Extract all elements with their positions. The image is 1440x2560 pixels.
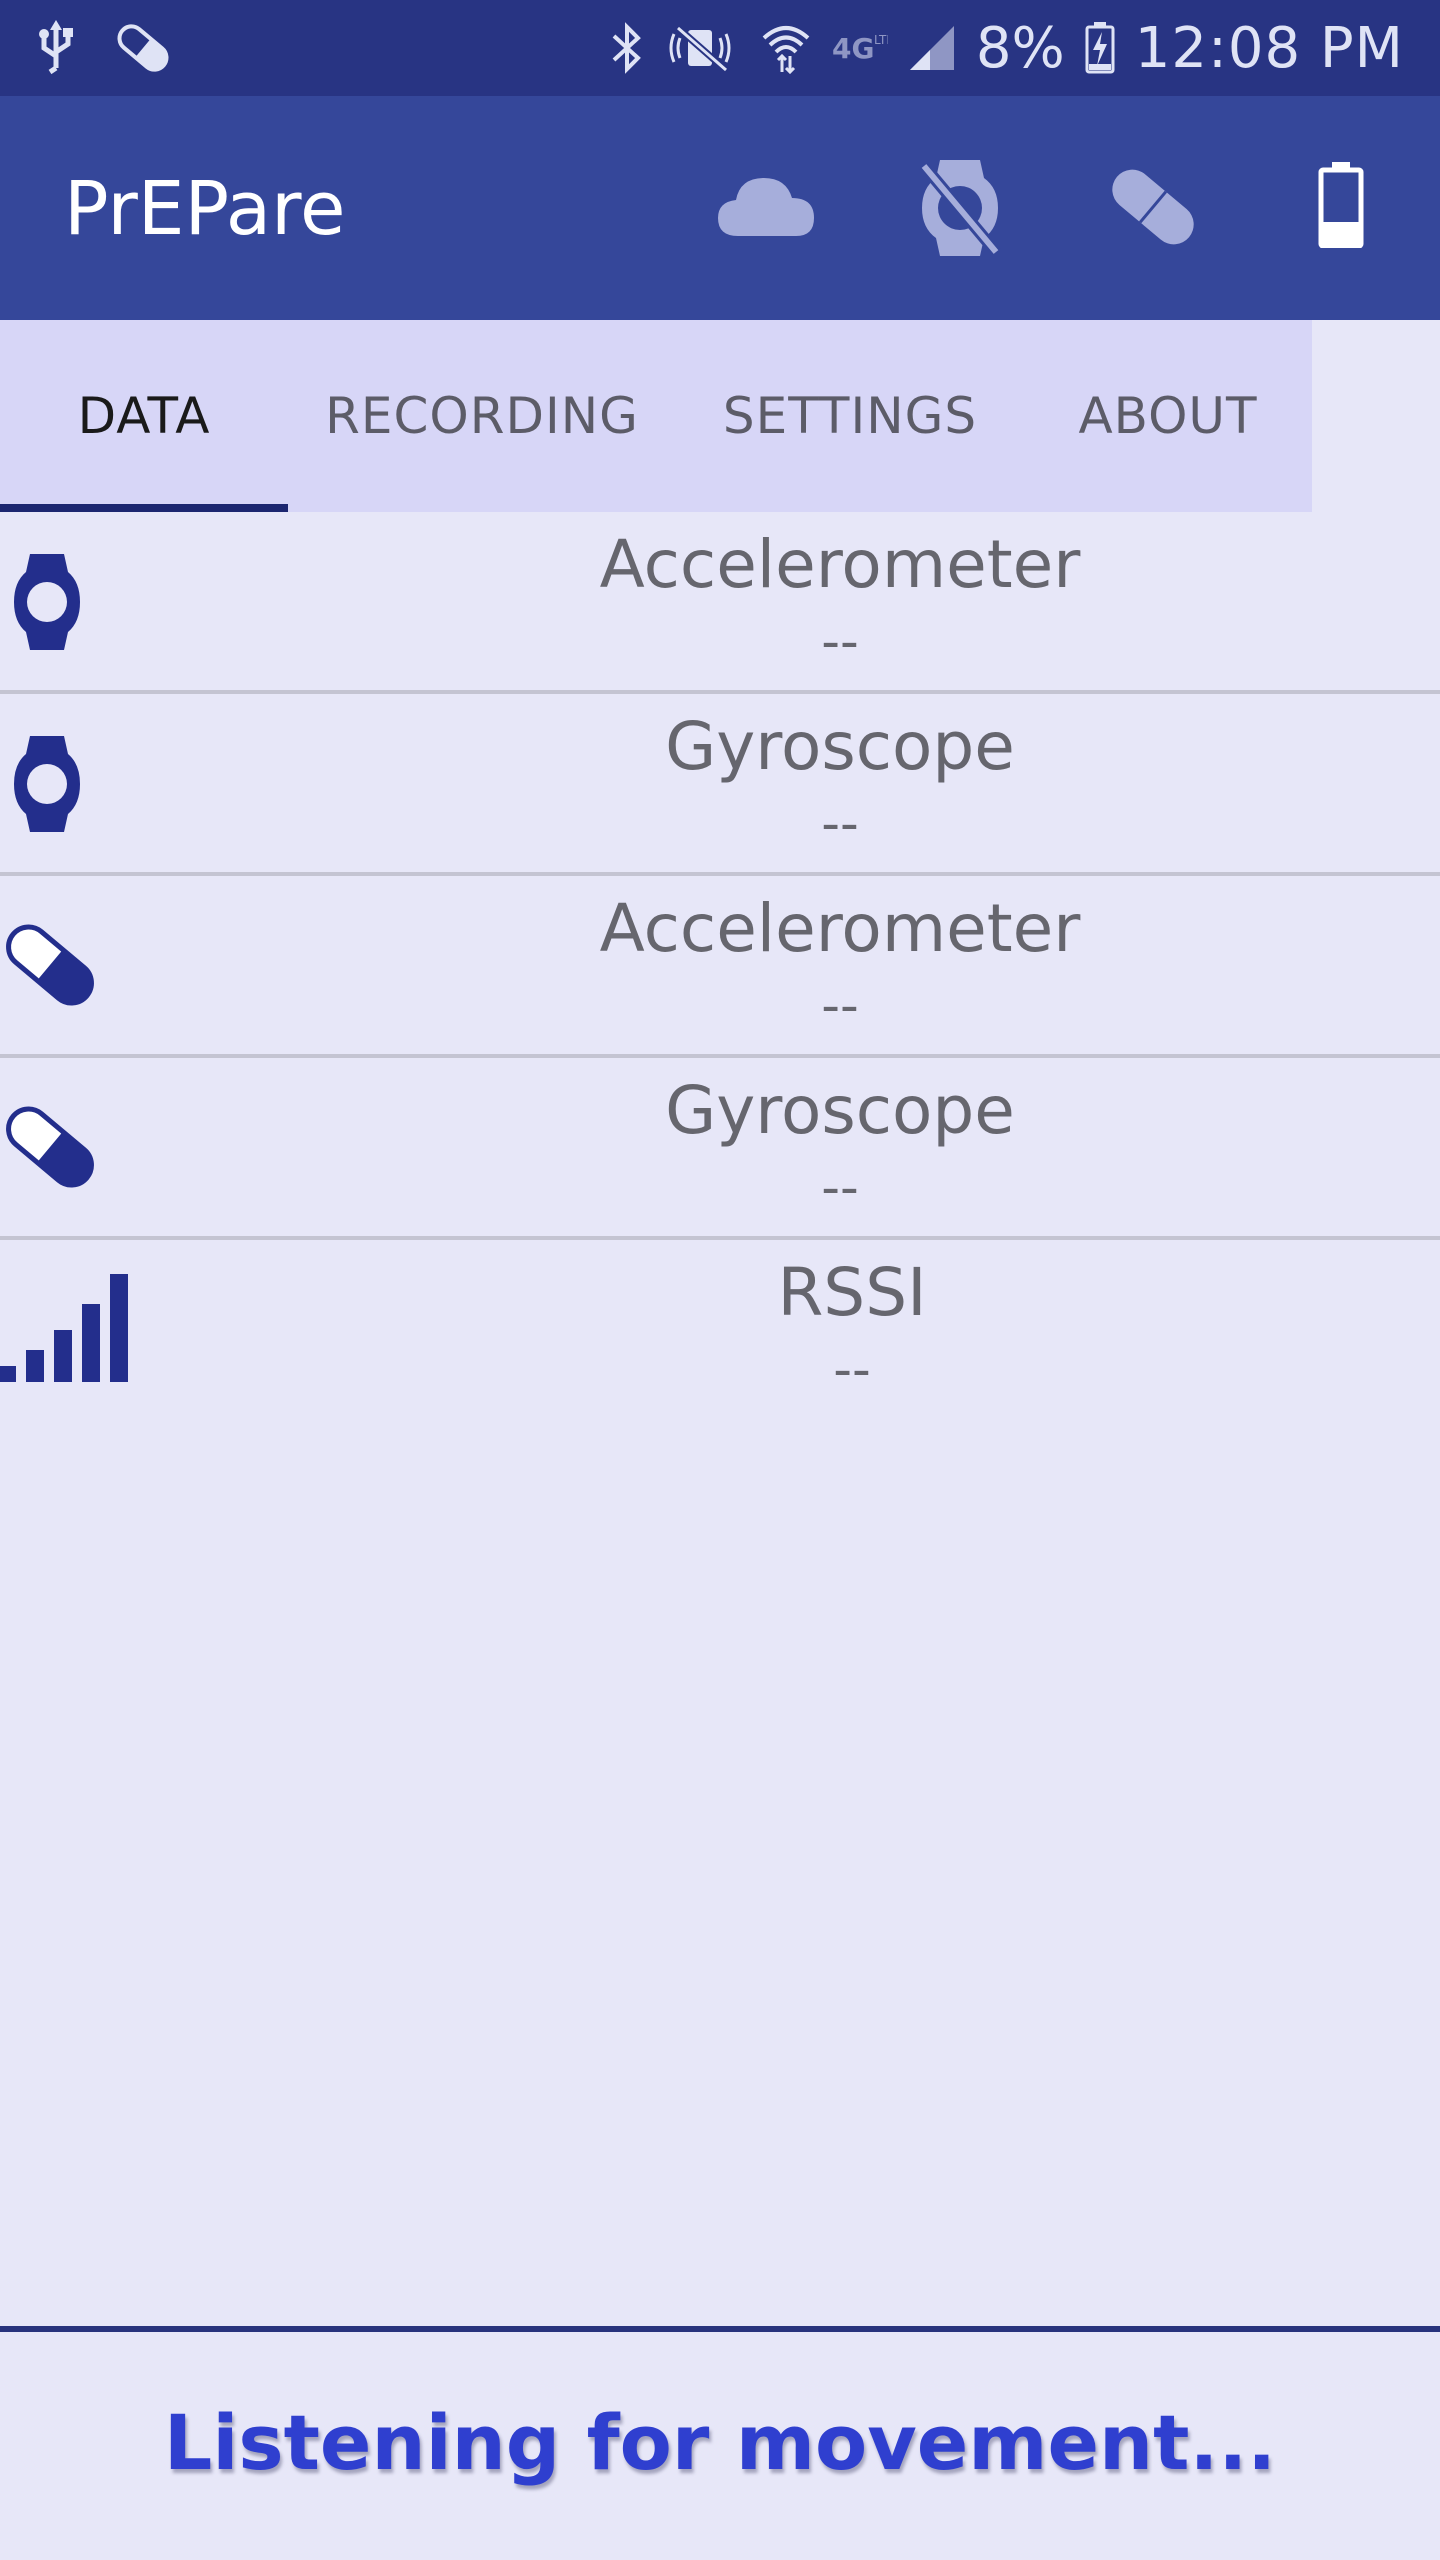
sensor-name: Gyroscope xyxy=(665,708,1015,785)
sensor-value: -- xyxy=(821,1158,859,1218)
tab-bar: DATA RECORDING SETTINGS ABOUT xyxy=(0,320,1312,512)
sensor-row-watch-accelerometer[interactable]: Accelerometer -- xyxy=(0,512,1440,694)
battery-percent: 8% xyxy=(975,15,1065,81)
sensor-value: -- xyxy=(833,1340,871,1400)
signal-bars-icon xyxy=(0,1272,130,1384)
sensor-name: RSSI xyxy=(777,1254,927,1331)
tab-recording[interactable]: RECORDING xyxy=(304,320,660,512)
signal-icon xyxy=(908,24,956,72)
pill-icon xyxy=(112,17,174,79)
watch-disconnected-icon[interactable] xyxy=(918,156,1002,260)
tab-settings[interactable]: SETTINGS xyxy=(690,320,1010,512)
usb-icon xyxy=(36,20,76,76)
sensor-value: -- xyxy=(821,612,859,672)
sensor-name: Accelerometer xyxy=(599,890,1081,967)
app-title: PrEPare xyxy=(64,166,346,252)
battery-icon[interactable] xyxy=(1318,162,1364,248)
pill-icon xyxy=(0,1094,100,1200)
tab-about[interactable]: ABOUT xyxy=(1040,320,1296,512)
pill-icon xyxy=(0,912,100,1018)
sensor-row-pill-gyroscope[interactable]: Gyroscope -- xyxy=(0,1058,1440,1240)
status-bar: 4G LTE 8% 12:08 PM xyxy=(0,0,1440,96)
sensor-row-rssi[interactable]: RSSI -- xyxy=(0,1240,1440,1422)
status-message: Listening for movement... xyxy=(163,2398,1277,2487)
app-bar: PrEPare xyxy=(0,96,1440,320)
tab-indicator xyxy=(0,504,288,512)
sensor-value: -- xyxy=(821,976,859,1036)
sensor-name: Gyroscope xyxy=(665,1072,1015,1149)
tab-data[interactable]: DATA xyxy=(0,320,288,512)
4g-icon: 4G LTE xyxy=(832,28,888,68)
sensor-value: -- xyxy=(821,794,859,854)
watch-icon xyxy=(14,552,80,652)
sensor-row-pill-accelerometer[interactable]: Accelerometer -- xyxy=(0,876,1440,1058)
wifi-icon xyxy=(760,22,812,74)
sensor-name: Accelerometer xyxy=(599,526,1081,603)
clock: 12:08 PM xyxy=(1134,15,1404,81)
svg-text:4G: 4G xyxy=(832,32,874,65)
sensor-row-watch-gyroscope[interactable]: Gyroscope -- xyxy=(0,694,1440,876)
watch-icon xyxy=(14,734,80,834)
svg-text:LTE: LTE xyxy=(874,33,888,47)
cloud-icon[interactable] xyxy=(716,174,816,240)
footer-divider xyxy=(0,2326,1440,2332)
mute-icon xyxy=(664,22,740,74)
pill-icon[interactable] xyxy=(1100,154,1206,260)
battery-charging-icon xyxy=(1085,22,1115,74)
bluetooth-icon xyxy=(610,22,644,74)
